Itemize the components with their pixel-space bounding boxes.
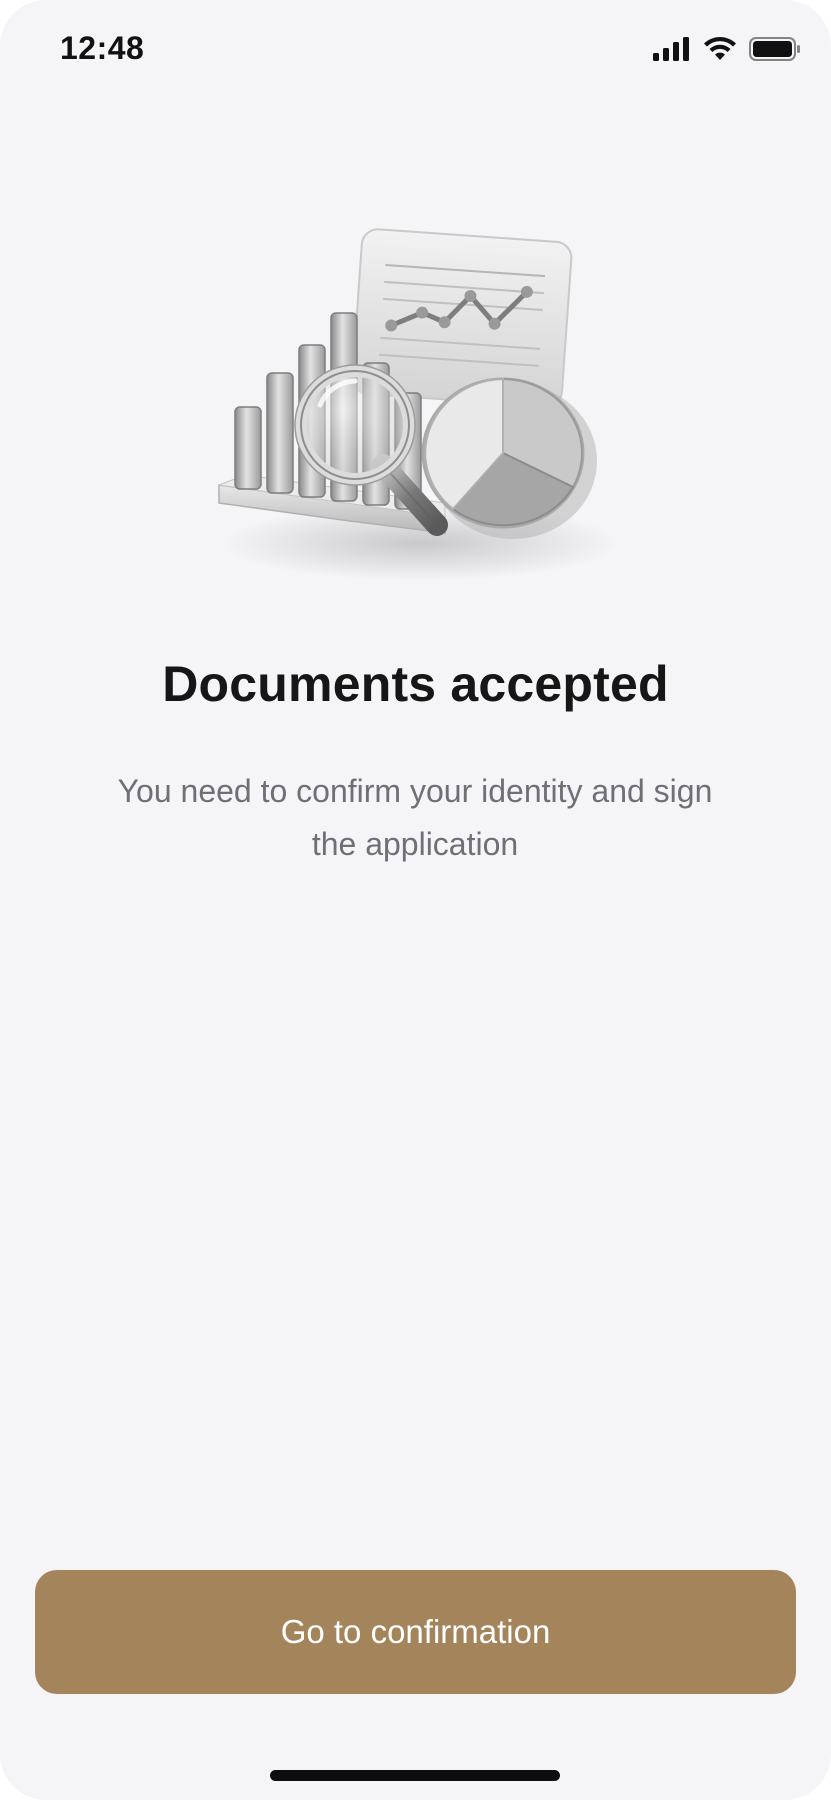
page-subtitle: You need to confirm your identity and si… — [117, 773, 713, 862]
page-title: Documents accepted — [162, 656, 669, 712]
battery-icon — [749, 37, 800, 61]
chart-magnifier-illustration-icon — [217, 228, 620, 581]
home-indicator[interactable] — [270, 1770, 560, 1781]
status-time: 12:48 — [60, 30, 145, 66]
wifi-icon — [704, 37, 736, 60]
cellular-signal-icon — [653, 37, 689, 61]
status-icons — [653, 36, 801, 62]
screen: 12:48 Documents accepted You need to con… — [0, 0, 831, 1800]
status-bar: 12:48 — [0, 0, 831, 100]
go-to-confirmation-button[interactable]: Go to confirmation — [35, 1570, 796, 1694]
